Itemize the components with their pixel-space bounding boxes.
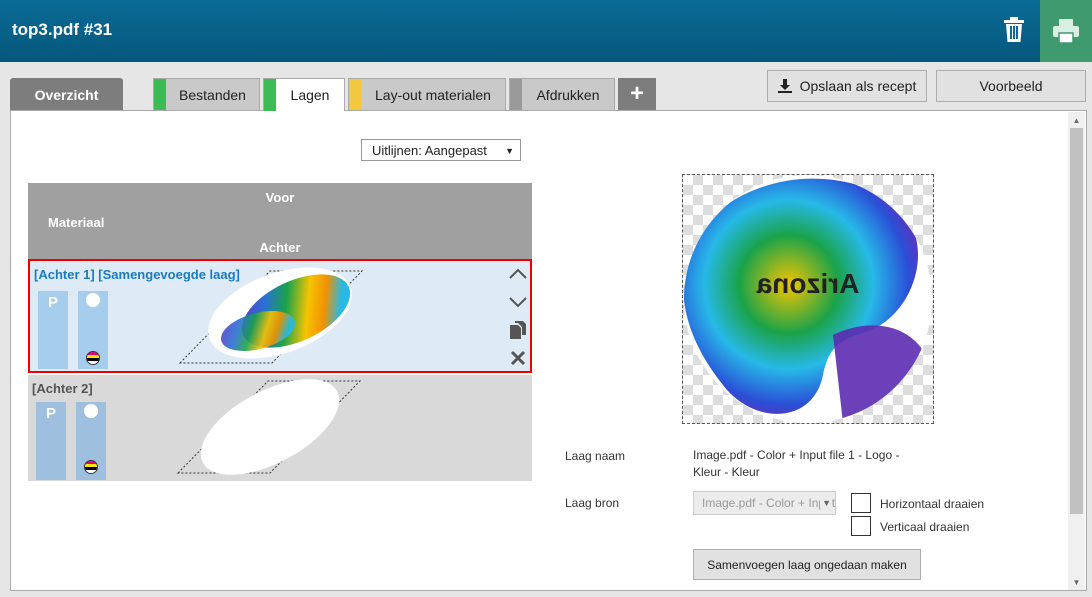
download-icon — [777, 79, 792, 93]
color-bar[interactable] — [78, 291, 108, 369]
trash-icon[interactable] — [996, 12, 1032, 48]
flip-horizontal-label: Horizontaal draaien — [880, 497, 985, 511]
layer-row-achter-2[interactable]: [Achter 2] P — [28, 375, 532, 481]
material-label: Materiaal — [48, 215, 105, 230]
cmyk-icon — [84, 460, 98, 474]
tab-bestanden[interactable]: Bestanden — [153, 78, 260, 110]
tab-label: Bestanden — [179, 86, 246, 103]
scroll-down-icon[interactable]: ▼ — [1068, 574, 1085, 590]
tab-status-stripe — [264, 79, 276, 111]
back-label: Achter — [259, 240, 301, 255]
align-dropdown[interactable]: Uitlijnen: Aangepast ▼ — [361, 139, 521, 161]
white-ink-icon — [86, 293, 100, 307]
layer-thumbnail — [178, 267, 364, 364]
tab-afdrukken[interactable]: Afdrukken — [509, 78, 615, 110]
move-down-icon[interactable] — [508, 292, 528, 312]
preview-button[interactable]: Voorbeeld — [936, 70, 1086, 102]
layer-name: [Achter 2] — [32, 381, 93, 396]
layer-row-achter-1[interactable]: [Achter 1] [Samengevoegde laag] P — [28, 259, 532, 373]
align-dropdown-value: Uitlijnen: Aangepast — [372, 142, 487, 158]
flip-vertical-label: Verticaal draaien — [880, 520, 970, 534]
layer-actions — [508, 264, 528, 376]
tab-status-stripe — [510, 79, 522, 110]
scrollbar-thumb[interactable] — [1070, 128, 1083, 514]
material-header: Voor Materiaal Achter — [28, 183, 532, 259]
duplicate-icon[interactable] — [508, 320, 528, 340]
title-bar: top3.pdf #31 — [0, 0, 1092, 62]
front-label: Voor — [265, 190, 295, 205]
layer-source-label: Laag bron — [565, 496, 620, 510]
tab-status-stripe — [349, 79, 361, 110]
tab-label: Lay-out materialen — [375, 86, 491, 103]
color-bar[interactable] — [76, 402, 106, 480]
chevron-down-icon: ▼ — [505, 146, 514, 156]
unmerge-layer-button[interactable]: Samenvoegen laag ongedaan maken — [693, 549, 921, 580]
chevron-down-icon: ▼ — [820, 498, 831, 508]
print-icon[interactable] — [1040, 0, 1092, 62]
add-tab-button[interactable]: + — [618, 78, 656, 110]
job-title: top3.pdf #31 — [12, 20, 113, 39]
tab-lagen[interactable]: Lagen — [263, 78, 345, 111]
tab-label: Afdrukken — [536, 86, 600, 103]
save-recipe-label: Opslaan als recept — [799, 78, 917, 94]
flip-horizontal-checkbox[interactable] — [851, 493, 871, 513]
layer-thumbnail — [176, 379, 362, 475]
white-ink-icon — [84, 404, 98, 418]
layer-source-dropdown[interactable]: Image.pdf - Color + Input file 1 ▼ — [693, 491, 836, 515]
print-mode-label: P — [45, 405, 56, 422]
layer-name-value: Image.pdf - Color + Input file 1 - Logo … — [693, 448, 900, 462]
tab-layout-materialen[interactable]: Lay-out materialen — [348, 78, 506, 110]
layer-name-label: Laag naam — [565, 449, 626, 463]
layer-preview: Arizona — [682, 174, 934, 424]
flip-vertical-checkbox[interactable] — [851, 516, 871, 536]
tab-label: Lagen — [290, 87, 330, 103]
scroll-up-icon[interactable]: ▲ — [1068, 112, 1085, 128]
scrollbar[interactable]: ▲ ▼ — [1068, 112, 1085, 590]
tab-overzicht[interactable]: Overzicht — [10, 78, 123, 110]
move-up-icon[interactable] — [508, 264, 528, 284]
layer-source-value: Image.pdf - Color + Input file 1 — [702, 496, 835, 510]
preview-logo-text: Arizona — [756, 268, 859, 299]
save-recipe-button[interactable]: Opslaan als recept — [767, 70, 927, 102]
print-mode-bar[interactable]: P — [38, 291, 68, 369]
layer-name-value-cont: Kleur - Kleur — [693, 465, 760, 479]
delete-icon[interactable] — [508, 348, 528, 368]
cmyk-icon — [86, 351, 100, 365]
tab-label: Overzicht — [34, 86, 99, 103]
print-mode-bar[interactable]: P — [36, 402, 66, 480]
tab-status-stripe — [154, 79, 166, 110]
print-mode-label: P — [47, 294, 58, 311]
preview-image: Arizona — [684, 175, 932, 423]
